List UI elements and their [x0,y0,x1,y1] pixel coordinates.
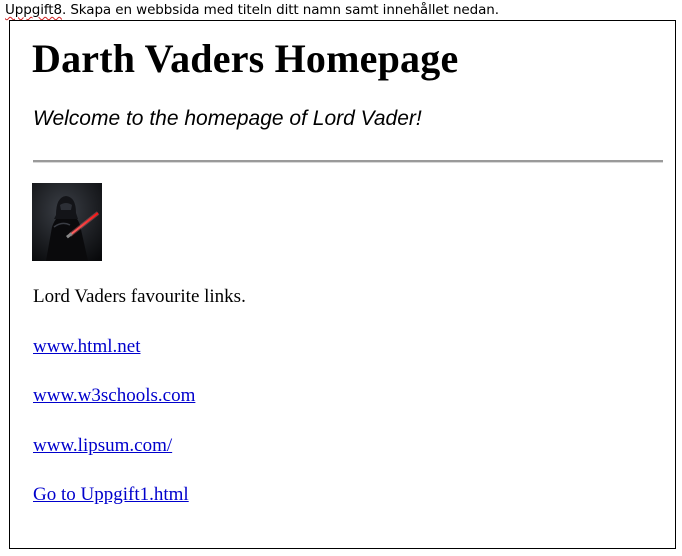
link-lipsum[interactable]: www.lipsum.com/ [33,435,172,457]
assignment-instruction: Uppgift8. Skapa en webbsida med titeln d… [5,2,499,18]
link-html-net[interactable]: www.html.net [33,336,140,358]
assignment-text: . Skapa en webbsida med titeln ditt namn… [61,2,499,18]
page-title: Darth Vaders Homepage [32,36,459,81]
assignment-label: Uppgift8 [5,2,62,18]
welcome-text: Welcome to the homepage of Lord Vader! [33,107,422,130]
links-intro-text: Lord Vaders favourite links. [33,286,246,307]
link-uppgift1[interactable]: Go to Uppgift1.html [33,484,189,506]
darth-vader-image [32,183,102,261]
horizontal-rule [33,160,663,163]
webpage-screenshot: Darth Vaders Homepage Welcome to the hom… [9,20,676,549]
link-w3schools[interactable]: www.w3schools.com [33,385,195,407]
